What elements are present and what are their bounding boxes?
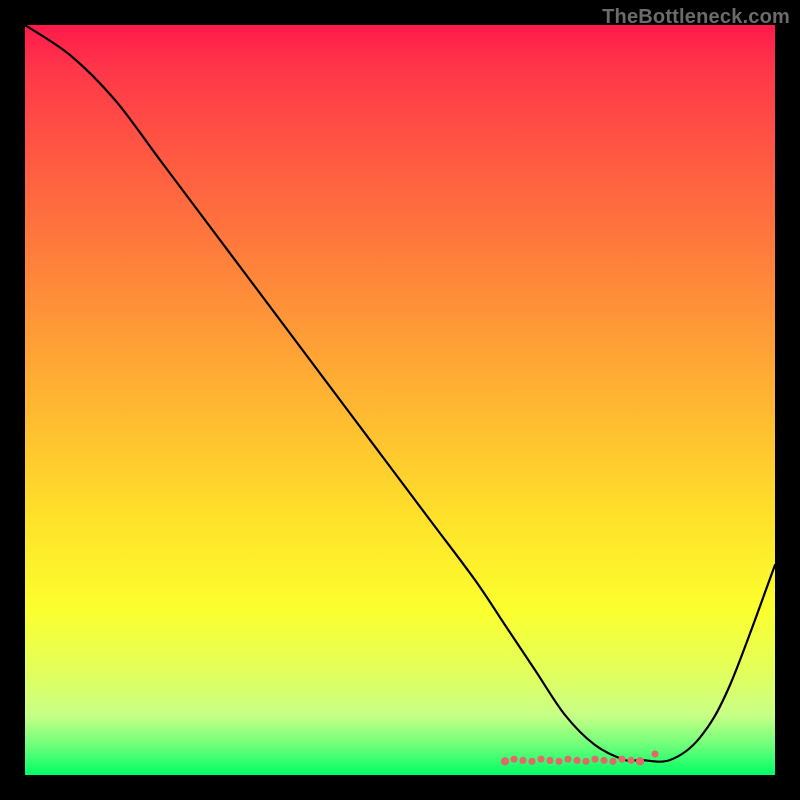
optimal-marker [651, 750, 658, 757]
plot-area [25, 25, 775, 775]
optimal-marker [546, 757, 553, 764]
optimal-marker [618, 756, 625, 763]
optimal-marker [582, 758, 589, 765]
optimal-marker [528, 758, 535, 765]
optimal-marker [501, 757, 509, 765]
optimal-marker [519, 757, 526, 764]
optimal-marker [510, 756, 517, 763]
optimal-marker [591, 756, 598, 763]
optimal-marker [627, 757, 634, 764]
curve-layer [25, 25, 775, 775]
optimal-marker [609, 758, 616, 765]
optimal-marker [573, 757, 580, 764]
optimal-marker [636, 757, 644, 765]
watermark-text: TheBottleneck.com [602, 6, 790, 29]
bottleneck-curve [25, 25, 775, 762]
chart-frame: TheBottleneck.com [0, 0, 800, 800]
optimal-marker [600, 757, 607, 764]
optimal-marker [564, 756, 571, 763]
optimal-band-markers [501, 750, 659, 765]
optimal-marker [537, 756, 544, 763]
optimal-marker [555, 758, 562, 765]
